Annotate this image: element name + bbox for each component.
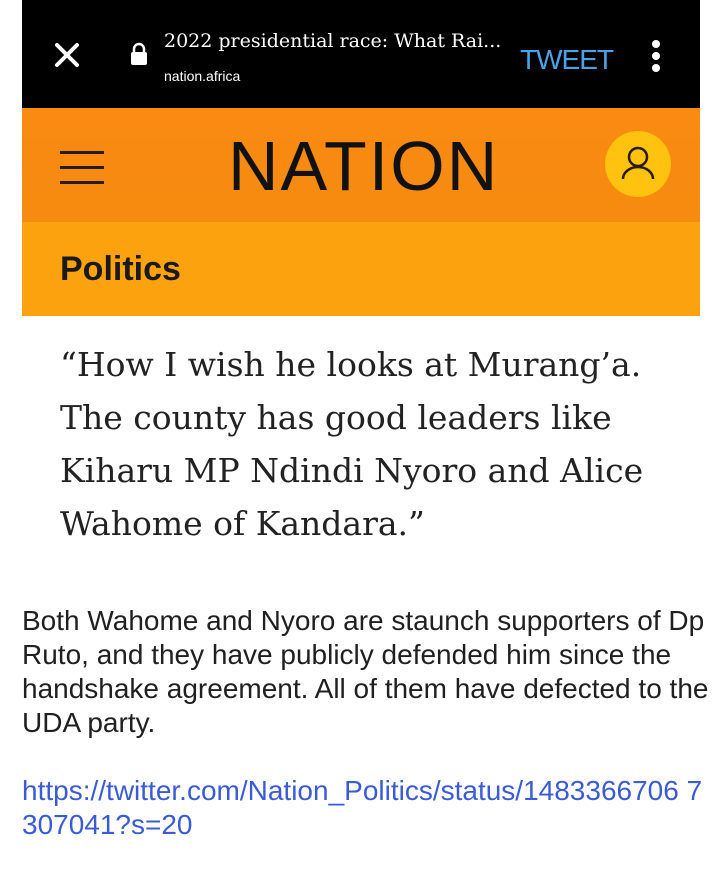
hamburger-icon[interactable] <box>60 151 104 187</box>
lock-icon <box>131 42 147 65</box>
post-body-text: Both Wahome and Nyoro are staunch suppor… <box>22 605 709 738</box>
tweet-link[interactable]: https://twitter.com/Nation_Politics/stat… <box>22 774 712 842</box>
embedded-screenshot: 2022 presidential race: What Rai... nati… <box>22 0 700 316</box>
browser-top-bar: 2022 presidential race: What Rai... nati… <box>22 0 700 108</box>
page-title: 2022 presidential race: What Rai... <box>164 30 502 52</box>
user-icon <box>621 146 655 180</box>
section-banner: Politics <box>22 222 700 316</box>
tweet-button[interactable]: TWEET <box>520 44 614 76</box>
more-vert-icon[interactable] <box>650 40 662 76</box>
site-logo[interactable]: NATION <box>228 126 499 206</box>
article-quote: “How I wish he looks at Murang’a. The co… <box>60 345 644 543</box>
page-domain: nation.africa <box>164 68 241 84</box>
site-header: NATION <box>22 108 700 222</box>
close-icon[interactable] <box>52 40 82 70</box>
section-label[interactable]: Politics <box>60 250 181 289</box>
account-button[interactable] <box>605 131 671 197</box>
